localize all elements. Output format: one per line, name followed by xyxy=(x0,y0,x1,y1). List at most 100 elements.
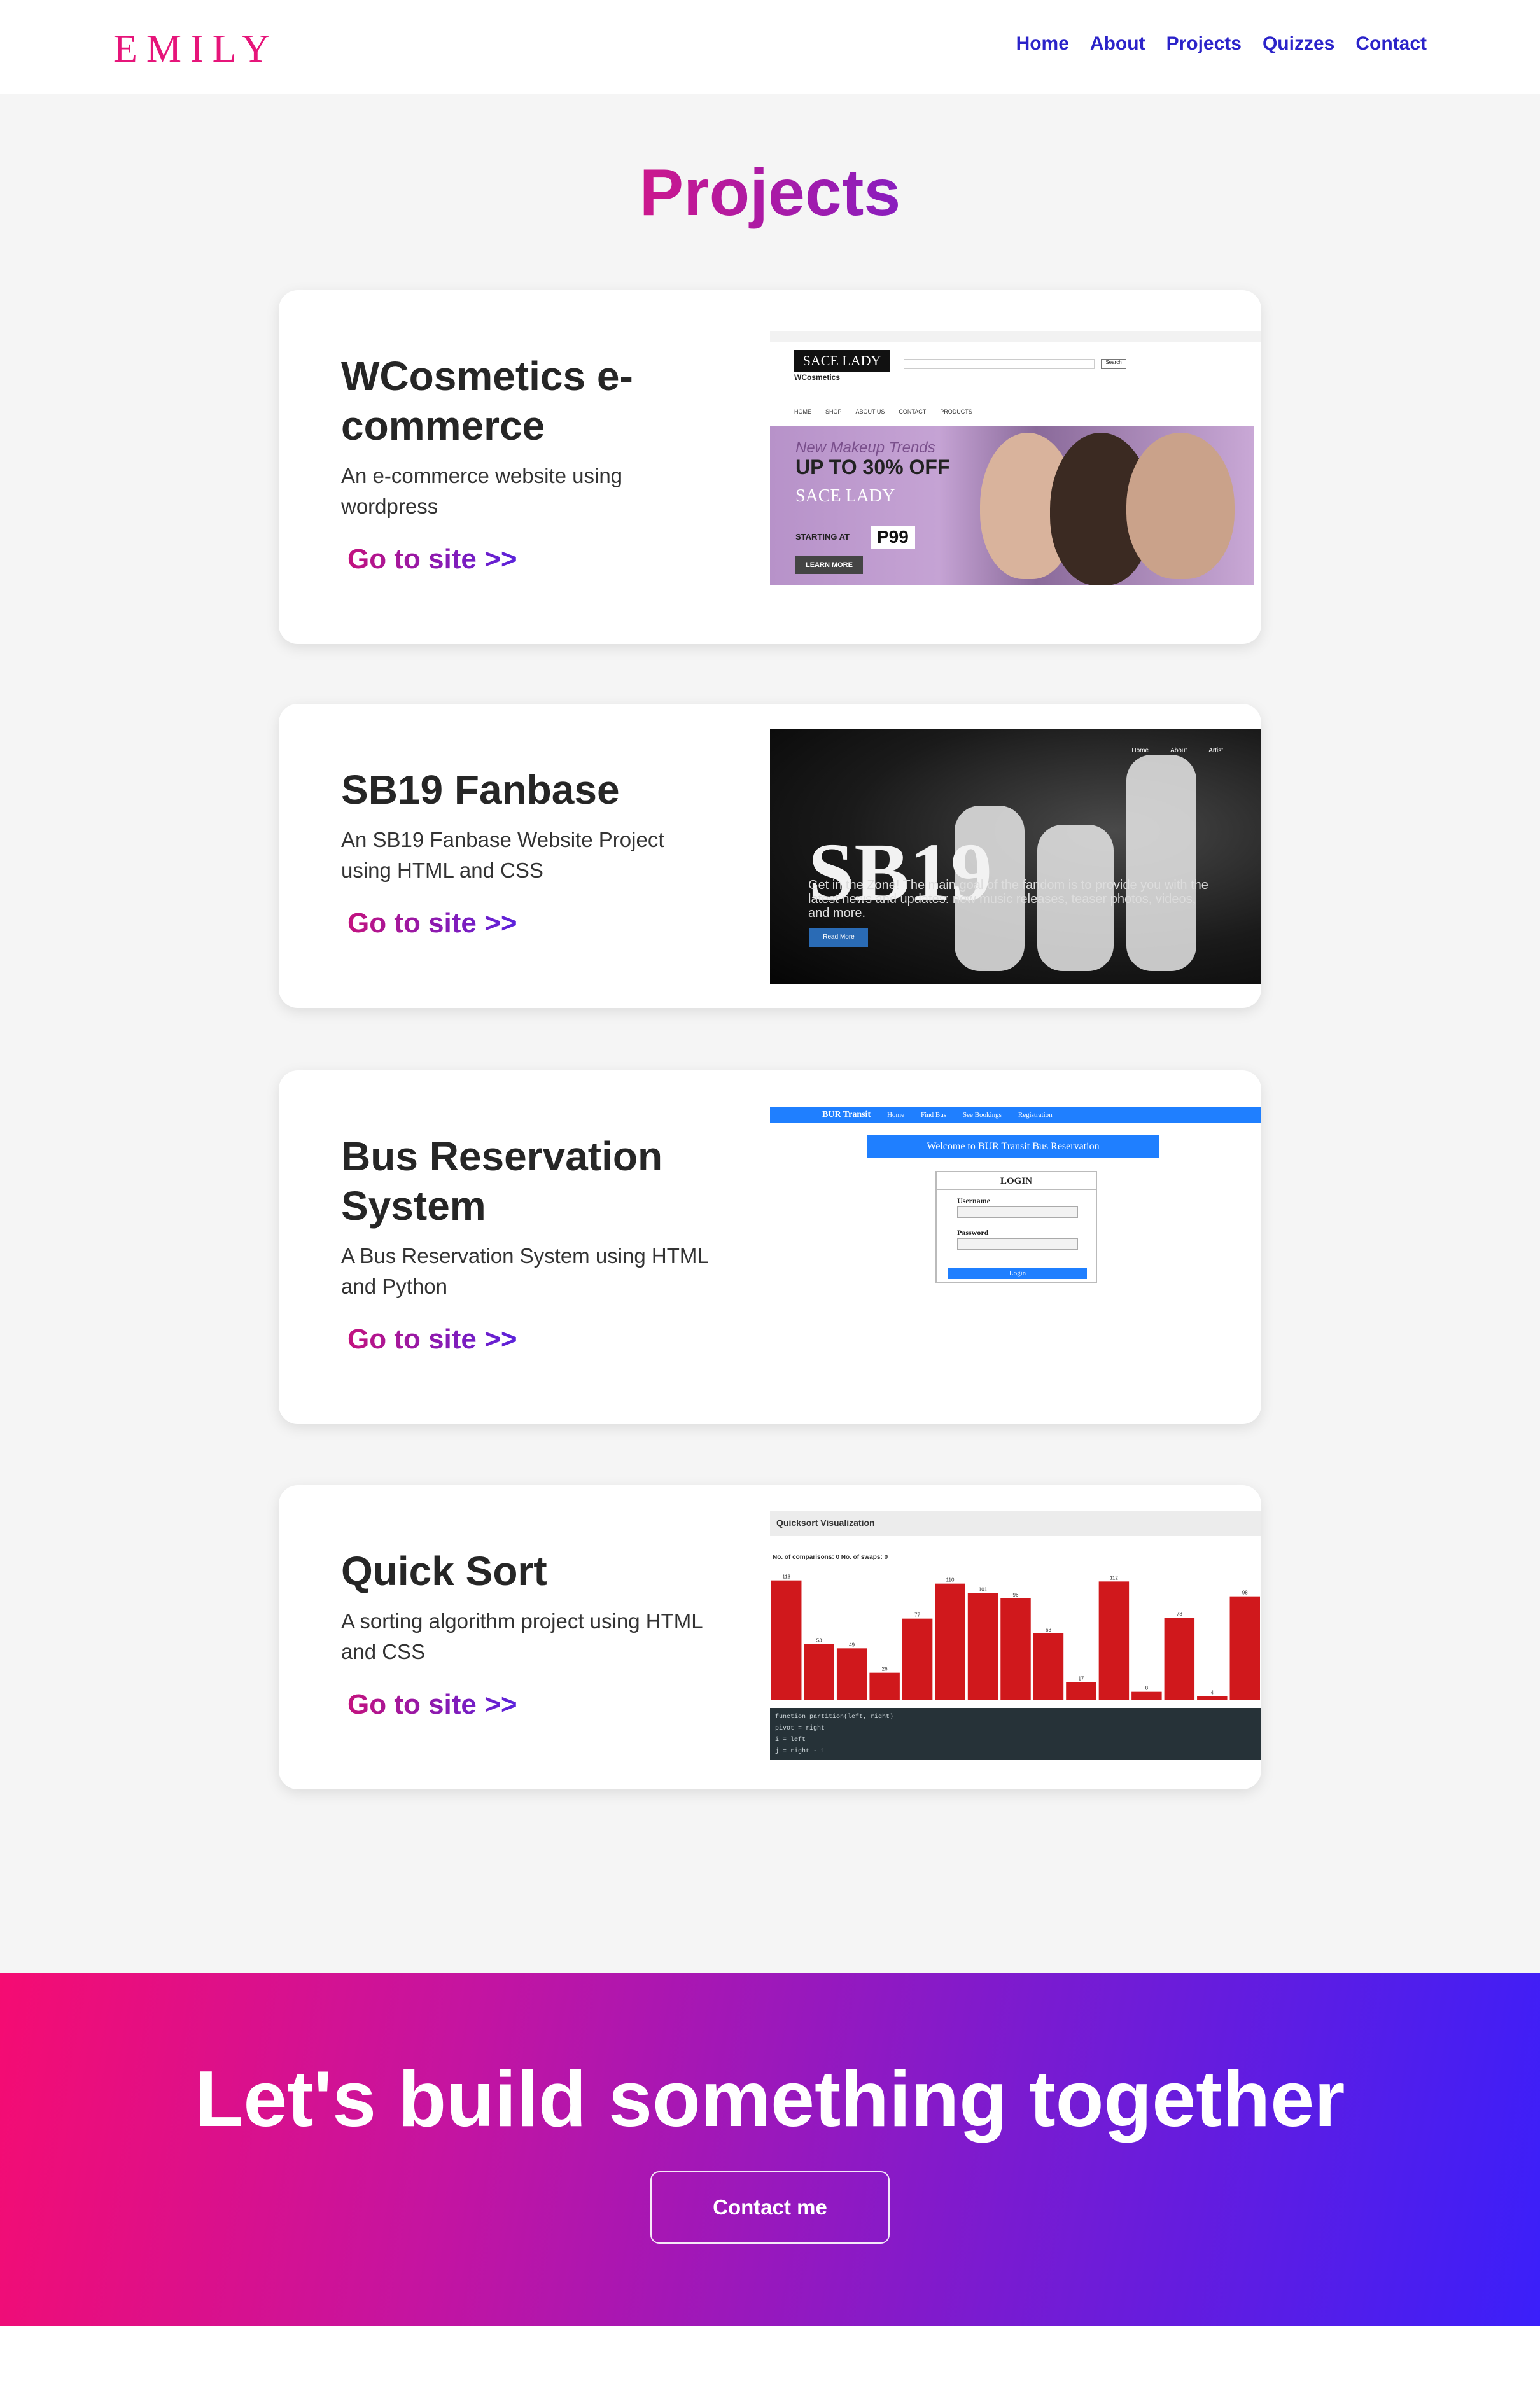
shot-password-label: Password xyxy=(957,1228,989,1237)
shot-nav-item: See Bookings xyxy=(963,1111,1002,1119)
shot-nav: Home About Artist xyxy=(1131,747,1223,754)
project-screenshot-quicksort[interactable]: Quicksort Visualization No. of compariso… xyxy=(770,1511,1261,1765)
project-screenshot-bus[interactable]: BUR Transit Home Find Bus See Bookings R… xyxy=(770,1107,1261,1298)
quicksort-bar xyxy=(902,1618,933,1700)
shot-login-button: Login xyxy=(948,1268,1087,1279)
quicksort-bar-label: 8 xyxy=(1145,1686,1149,1691)
quicksort-bar-label: 78 xyxy=(1177,1611,1182,1617)
shot-welcome-banner: Welcome to BUR Transit Bus Reservation xyxy=(867,1135,1159,1158)
shot-search-input xyxy=(904,359,1095,369)
quicksort-bar-label: 110 xyxy=(946,1577,955,1583)
quicksort-bar-label: 63 xyxy=(1046,1627,1051,1633)
shot-menu-item: SHOP xyxy=(825,409,842,415)
shot-menu-item: HOME xyxy=(794,409,811,415)
project-card-sb19: SB19 Fanbase An SB19 Fanbase Website Pro… xyxy=(279,704,1261,1008)
shot-hero-brand: SACE LADY xyxy=(795,486,895,506)
nav-link-quizzes[interactable]: Quizzes xyxy=(1263,33,1334,55)
model-face-image xyxy=(1126,433,1235,579)
go-to-site-link[interactable]: Go to site >> xyxy=(347,1689,517,1721)
nav-link-projects[interactable]: Projects xyxy=(1166,33,1242,55)
quicksort-bar-label: 96 xyxy=(1013,1592,1019,1598)
cta-banner: Let's build something together Contact m… xyxy=(0,1973,1540,2326)
shot-navbar: BUR Transit Home Find Bus See Bookings R… xyxy=(770,1107,1261,1123)
shot-username-field xyxy=(957,1206,1078,1218)
project-description: An e-commerce website using wordpress xyxy=(341,464,623,518)
project-card-text: Quick Sort A sorting algorithm project u… xyxy=(341,1546,717,1721)
project-description: An SB19 Fanbase Website Project using HT… xyxy=(341,828,664,882)
quicksort-bar-label: 26 xyxy=(882,1667,888,1672)
shot-nav-item: Find Bus xyxy=(921,1111,947,1119)
go-to-site-link[interactable]: Go to site >> xyxy=(347,543,517,575)
shot-topbar xyxy=(770,331,1261,342)
shot-brand-sub: WCosmetics xyxy=(794,373,841,382)
shot-code-block: function partition(left, right) pivot = … xyxy=(770,1708,1261,1760)
nav-link-home[interactable]: Home xyxy=(1016,33,1069,55)
quicksort-bar-label: 113 xyxy=(782,1574,790,1580)
quicksort-bar-label: 53 xyxy=(816,1638,822,1644)
quicksort-bar xyxy=(1033,1633,1064,1700)
contact-me-button[interactable]: Contact me xyxy=(650,2171,890,2244)
nav-link-about[interactable]: About xyxy=(1090,33,1145,55)
go-to-site-link[interactable]: Go to site >> xyxy=(347,1324,517,1355)
shot-nav-item: Home xyxy=(1131,747,1149,754)
shot-nav-item: Artist xyxy=(1208,747,1223,754)
dancer-figure-image xyxy=(1126,755,1196,971)
shot-menu-item: ABOUT US xyxy=(855,409,885,415)
project-title: Quick Sort xyxy=(341,1548,547,1594)
shot-nav-item: Registration xyxy=(1018,1111,1053,1119)
shot-password-field xyxy=(957,1238,1078,1250)
quicksort-bar-label: 49 xyxy=(849,1642,855,1647)
project-card-wcosmetics: WCosmetics e-commerce An e-commerce webs… xyxy=(279,290,1261,644)
quicksort-bar-label: 77 xyxy=(914,1612,920,1618)
project-screenshot-wcosmetics[interactable]: SACE LADY WCosmetics Search HOME SHOP AB… xyxy=(770,331,1261,602)
shot-copy: Get in the Zone! The main goal of the fa… xyxy=(808,878,1208,920)
quicksort-bar xyxy=(771,1580,802,1700)
code-line: pivot = right xyxy=(775,1725,825,1732)
shot-login-box: LOGIN Username Password Login xyxy=(935,1171,1097,1283)
quicksort-bar xyxy=(1197,1696,1228,1700)
project-card-bus-reservation: Bus Reservation System A Bus Reservation… xyxy=(279,1070,1261,1424)
cta-title: Let's build something together xyxy=(195,2055,1345,2143)
shot-stats: No. of comparisons: 0 No. of swaps: 0 xyxy=(773,1554,888,1561)
shot-menu: HOME SHOP ABOUT US CONTACT PRODUCTS xyxy=(794,409,972,415)
quicksort-bar xyxy=(1098,1581,1130,1700)
code-line: j = right - 1 xyxy=(775,1748,825,1755)
quicksort-bar xyxy=(836,1648,867,1700)
page-title: Projects xyxy=(0,155,1540,231)
nav-link-contact[interactable]: Contact xyxy=(1355,33,1427,55)
project-card-quicksort: Quick Sort A sorting algorithm project u… xyxy=(279,1485,1261,1789)
quicksort-bar xyxy=(1229,1596,1260,1700)
site-logo[interactable]: EMILY xyxy=(113,27,279,72)
shot-header: Quicksort Visualization xyxy=(770,1511,1261,1536)
shot-hero-line1: New Makeup Trends xyxy=(795,439,935,456)
quicksort-bar xyxy=(1066,1682,1096,1700)
quicksort-bar xyxy=(935,1583,965,1700)
project-title: Bus Reservation System xyxy=(341,1133,663,1229)
quicksort-bar xyxy=(869,1672,900,1700)
projects-section: Projects WCosmetics e-commerce An e-comm… xyxy=(0,94,1540,1973)
go-to-site-link[interactable]: Go to site >> xyxy=(347,907,517,939)
shot-read-more-button: Read More xyxy=(809,928,868,947)
project-title: WCosmetics e-commerce xyxy=(341,353,633,449)
shot-search-button: Search xyxy=(1101,359,1126,369)
quicksort-bar-label: 101 xyxy=(979,1587,988,1593)
quicksort-bar-label: 17 xyxy=(1078,1676,1084,1682)
shot-brand-logo: SACE LADY xyxy=(794,350,890,372)
code-line: i = left xyxy=(775,1737,806,1744)
shot-learn-more-button: LEARN MORE xyxy=(795,556,863,574)
shot-menu-item: PRODUCTS xyxy=(940,409,972,415)
shot-hero-line2: UP TO 30% OFF xyxy=(795,456,950,479)
project-title: SB19 Fanbase xyxy=(341,767,620,813)
shot-brand: BUR Transit xyxy=(822,1110,871,1119)
shot-price: P99 xyxy=(871,526,915,549)
shot-menu-item: CONTACT xyxy=(899,409,927,415)
quicksort-bar-label: 4 xyxy=(1211,1689,1214,1695)
quicksort-bar-label: 112 xyxy=(1110,1575,1118,1581)
shot-nav-item: About xyxy=(1170,747,1187,754)
quicksort-bar-chart: 113 53 49 26 77 110 101 96 63 17 112 8 78 4 98 xyxy=(771,1574,1260,1700)
code-line: function partition(left, right) xyxy=(775,1714,894,1721)
quicksort-bar xyxy=(967,1593,998,1700)
project-screenshot-sb19[interactable]: Home About Artist SB19 Get in the Zone! … xyxy=(770,729,1261,984)
project-description: A Bus Reservation System using HTML and … xyxy=(341,1244,708,1298)
nav-links: Home About Projects Quizzes Contact xyxy=(1016,33,1427,55)
